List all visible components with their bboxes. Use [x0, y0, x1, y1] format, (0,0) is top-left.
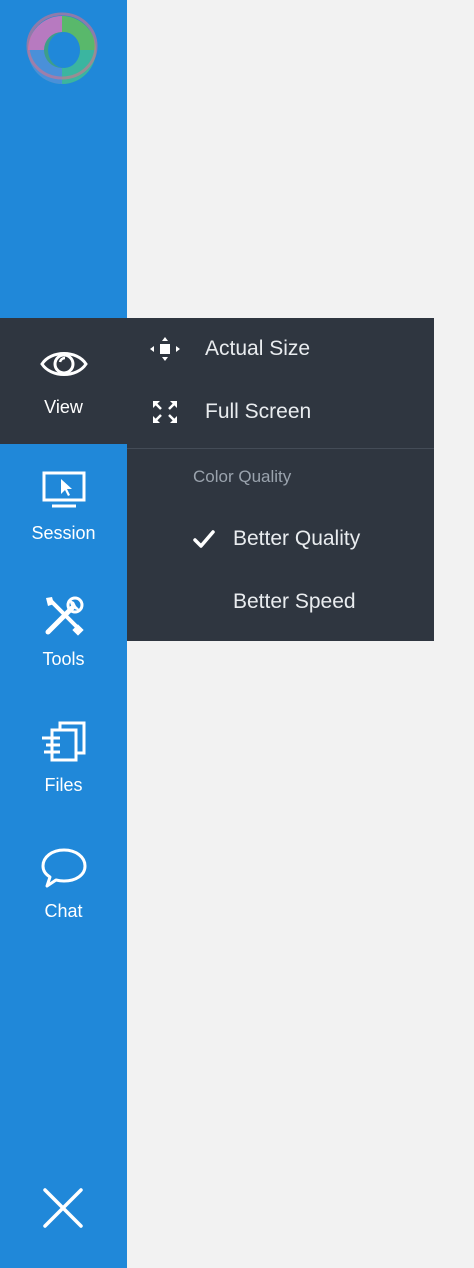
sidebar-item-view[interactable]: View: [0, 318, 127, 444]
files-icon: [0, 718, 127, 766]
remote-session-app: View Session Tools Files Chat Actual Siz…: [0, 0, 474, 1268]
menu-item-label: Actual Size: [205, 337, 311, 360]
sidebar-item-label: View: [44, 397, 83, 417]
option-better-speed[interactable]: Better Speed: [127, 571, 434, 633]
sidebar-item-tools[interactable]: Tools: [0, 570, 127, 696]
sidebar-item-label: Files: [44, 775, 83, 795]
view-menu: Actual Size Full Screen Color Quality Be…: [127, 318, 434, 641]
menu-divider: [127, 448, 434, 449]
sidebar-item-label: Session: [31, 523, 96, 543]
sidebar-item-label: Tools: [42, 649, 85, 669]
tools-icon: [0, 592, 127, 640]
chat-bubble-icon: [0, 844, 127, 892]
checkmark-icon: [193, 528, 215, 550]
sidebar-item-files[interactable]: Files: [0, 696, 127, 822]
menu-item-full-screen[interactable]: Full Screen: [127, 381, 434, 443]
sidebar-item-session[interactable]: Session: [0, 444, 127, 570]
option-label: Better Speed: [233, 590, 356, 613]
sidebar: View Session Tools Files Chat: [0, 0, 127, 1268]
close-icon: [43, 1188, 83, 1228]
remote-screen-area[interactable]: [434, 0, 474, 1268]
actual-size-icon: [149, 335, 181, 363]
close-button[interactable]: [38, 1183, 88, 1233]
option-label: Better Quality: [233, 527, 361, 550]
menu-item-actual-size[interactable]: Actual Size: [127, 318, 434, 380]
ring-logo-icon: [22, 6, 102, 86]
full-screen-icon: [149, 398, 181, 426]
option-better-quality[interactable]: Better Quality: [127, 508, 434, 570]
menu-item-label: Full Screen: [205, 400, 312, 423]
sidebar-item-label: Chat: [44, 901, 83, 921]
eye-icon: [0, 340, 127, 388]
monitor-cursor-icon: [0, 466, 127, 514]
sidebar-item-chat[interactable]: Chat: [0, 822, 127, 948]
color-quality-heading: Color Quality: [193, 467, 292, 486]
